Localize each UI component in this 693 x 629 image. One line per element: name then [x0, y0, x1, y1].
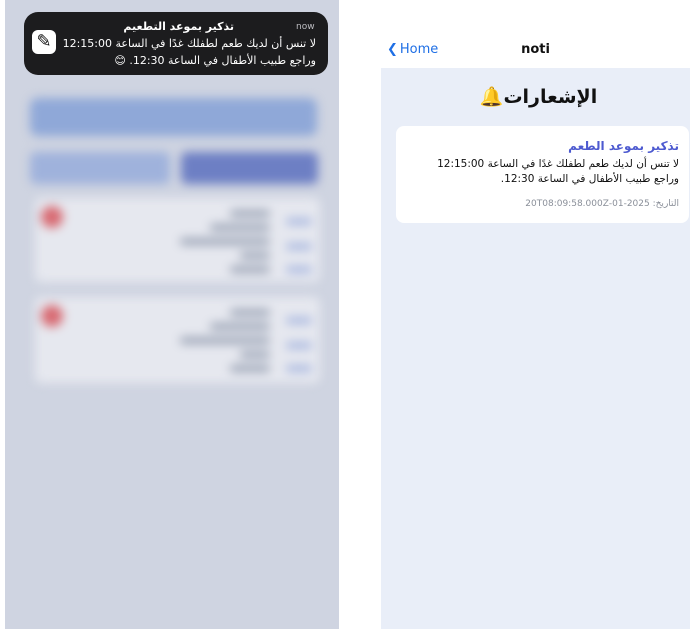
blurred-line [286, 218, 312, 225]
blurred-line [230, 210, 270, 217]
blurred-line [180, 337, 270, 344]
notification-body-line-1: لا تنس أن لديك طعم لطفلك غدًا في الساعة … [62, 37, 316, 50]
app-icon: ✎ [32, 30, 56, 54]
navigation-bar: ❮ Home noti [381, 0, 690, 68]
notification-title: تذكير بموعد التطعيم [123, 20, 234, 33]
blurred-line [210, 323, 270, 330]
blurred-button [181, 152, 318, 184]
blurred-line [240, 351, 270, 358]
blurred-card [35, 198, 320, 282]
blurred-line [230, 309, 270, 316]
blurred-header-bar [30, 98, 317, 136]
blurred-line [240, 252, 270, 259]
notification-card-body-line-2: وراجع طبيب الأطفال في الساعة 12:30. [500, 173, 679, 185]
blurred-line [286, 243, 312, 250]
blurred-line [286, 342, 312, 349]
notification-body-line-2: وراجع طبيب الأطفال في الساعة 12:30. 😊 [114, 54, 316, 67]
bell-icon: 🔔 [479, 86, 504, 108]
right-screen: ❮ Home noti الإشعارات🔔 تذكير بموعد الطعم … [381, 0, 690, 629]
notification-card-body-line-1: لا تنس أن لديك طعم لطفلك غدًا في الساعة … [437, 158, 679, 170]
notification-time: now [296, 22, 315, 32]
nav-title: noti [521, 42, 550, 57]
blurred-button [30, 152, 170, 184]
blurred-app-background [5, 0, 339, 629]
blurred-dot [41, 206, 63, 228]
blurred-dot [41, 305, 63, 327]
blurred-line [286, 365, 312, 372]
notification-card[interactable]: تذكير بموعد الطعم لا تنس أن لديك طعم لطف… [396, 126, 689, 223]
blurred-line [230, 365, 270, 372]
blurred-card [35, 297, 320, 383]
notification-card-title: تذكير بموعد الطعم [568, 139, 679, 153]
blurred-line [286, 317, 312, 324]
blurred-line [286, 266, 312, 273]
blurred-line [210, 224, 270, 231]
blurred-line [180, 238, 270, 245]
left-screen: ✎ now تذكير بموعد التطعيم لا تنس أن لديك… [5, 0, 339, 629]
page-title-text: الإشعارات [503, 86, 598, 108]
push-notification-banner[interactable]: ✎ now تذكير بموعد التطعيم لا تنس أن لديك… [24, 12, 328, 75]
page-title: الإشعارات🔔 [381, 85, 690, 108]
blurred-line [230, 266, 270, 273]
notification-card-date: التاريخ: 2025-01-20T08:09:58.000Z [525, 199, 679, 209]
